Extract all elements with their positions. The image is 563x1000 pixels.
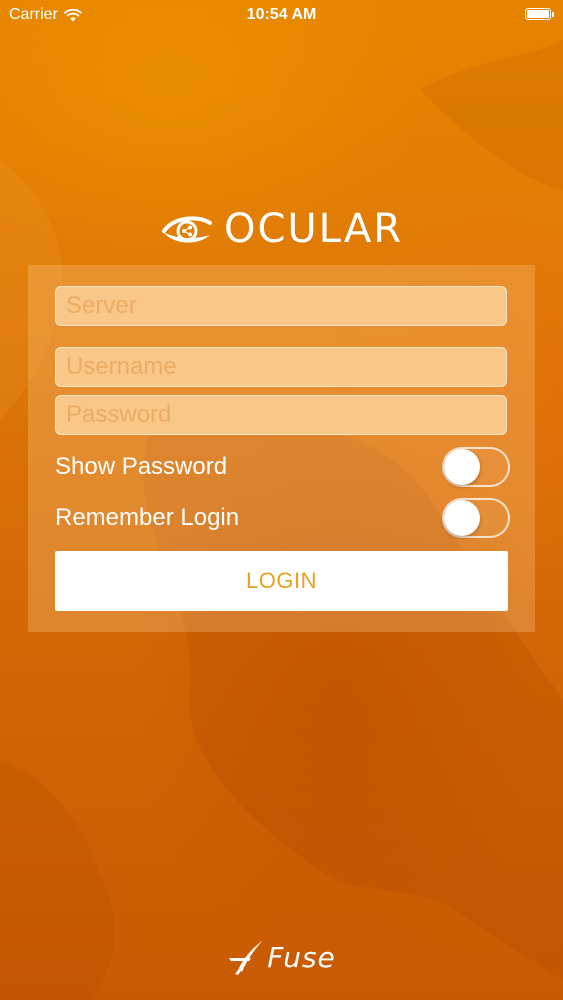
password-input[interactable] (55, 395, 507, 435)
toggle-knob (444, 500, 480, 536)
app-name: OCULAR (223, 206, 404, 252)
username-input[interactable] (55, 347, 507, 387)
login-screen: Carrier 10:54 AM OCULAR Server Username … (0, 0, 563, 1000)
eye-share-icon (161, 216, 212, 243)
fuse-wordmark: Fuse (267, 940, 336, 974)
battery-icon (525, 8, 554, 20)
remember-login-label: Remember Login (55, 504, 240, 531)
login-panel: Show Password Remember Login LOGIN (28, 265, 535, 632)
remember-login-toggle[interactable] (442, 498, 510, 538)
battery-level (527, 10, 549, 18)
status-bar: Carrier 10:54 AM (0, 0, 563, 30)
remember-login-row: Remember Login (55, 498, 510, 538)
show-password-label: Show Password (55, 453, 228, 480)
status-time: 10:54 AM (246, 6, 317, 23)
app-logo: OCULAR (0, 206, 563, 252)
toggle-knob (444, 449, 480, 485)
show-password-row: Show Password (55, 447, 510, 487)
login-button[interactable]: LOGIN (55, 551, 508, 611)
server-input[interactable] (55, 286, 507, 326)
fuse-brand: Fuse (0, 938, 563, 976)
fuse-logo-icon (229, 940, 264, 975)
show-password-toggle[interactable] (442, 447, 510, 487)
